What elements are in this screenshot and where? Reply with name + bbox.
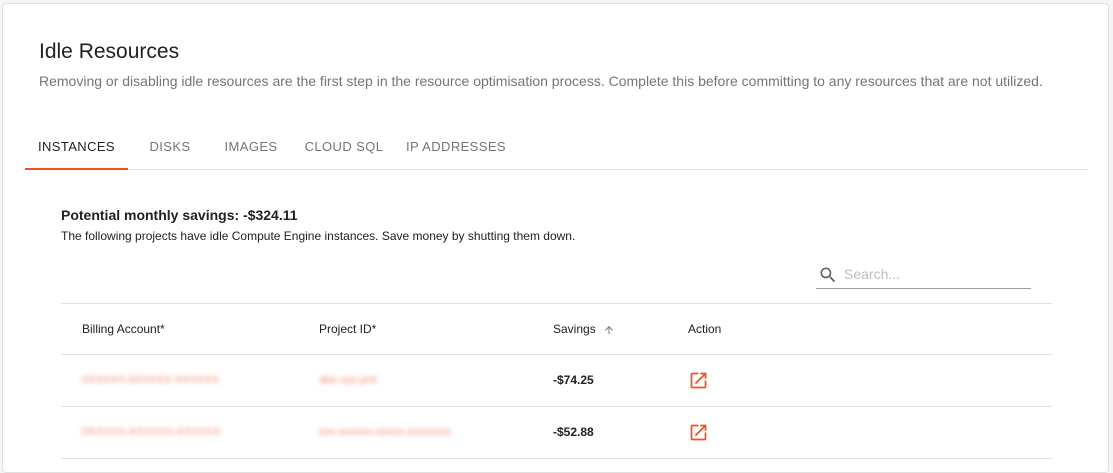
- tab-disks[interactable]: DISKS: [135, 126, 205, 169]
- column-header-savings-label: Savings: [553, 322, 596, 336]
- open-in-new-icon[interactable]: [688, 422, 709, 443]
- idle-instances-table: Billing Account* Project ID* Savings Act…: [61, 303, 1052, 460]
- savings-description: The following projects have idle Compute…: [61, 229, 576, 243]
- project-id-cell: xxx-xxxxxx-xxxxx-xxxxxxxx: [319, 426, 451, 438]
- search-input[interactable]: [844, 264, 1024, 284]
- page-title: Idle Resources: [39, 40, 180, 63]
- resource-tabs: INSTANCES DISKS IMAGES CLOUD SQL IP ADDR…: [25, 126, 1088, 170]
- open-in-new-icon[interactable]: [688, 370, 709, 391]
- savings-cell: -$52.88: [553, 425, 594, 439]
- table-row: 0XXXXX-0XXXXX-XXXXXX abc-xyz-prd -$74.25: [61, 354, 1052, 406]
- billing-account-cell: 0XXXXX-XXXXXX-XXXXXX: [82, 426, 221, 438]
- column-header-billing-account[interactable]: Billing Account*: [82, 304, 165, 354]
- table-header-row: Billing Account* Project ID* Savings Act…: [61, 303, 1052, 354]
- table-bottom-divider: [61, 458, 1052, 460]
- billing-account-cell: 0XXXXX-0XXXXX-XXXXXX: [82, 374, 219, 386]
- tab-ip-addresses[interactable]: IP ADDRESSES: [401, 126, 511, 169]
- tab-instances[interactable]: INSTANCES: [25, 126, 128, 170]
- table-row: 0XXXXX-XXXXXX-XXXXXX xxx-xxxxxx-xxxxx-xx…: [61, 406, 1052, 458]
- column-header-action: Action: [688, 322, 722, 336]
- tab-cloud-sql[interactable]: CLOUD SQL: [297, 126, 391, 169]
- search-icon: [820, 267, 836, 283]
- savings-summary: Potential monthly savings: -$324.11: [61, 207, 298, 223]
- column-header-savings[interactable]: Savings: [553, 304, 615, 354]
- tab-images[interactable]: IMAGES: [215, 126, 287, 169]
- arrow-up-icon[interactable]: [603, 324, 615, 336]
- column-header-project-id[interactable]: Project ID*: [319, 304, 376, 354]
- project-id-cell: abc-xyz-prd: [319, 374, 377, 386]
- search-box: [816, 261, 1031, 289]
- idle-resources-card: Idle Resources Removing or disabling idl…: [2, 3, 1109, 473]
- page-description: Removing or disabling idle resources are…: [39, 73, 1043, 89]
- savings-cell: -$74.25: [553, 373, 594, 387]
